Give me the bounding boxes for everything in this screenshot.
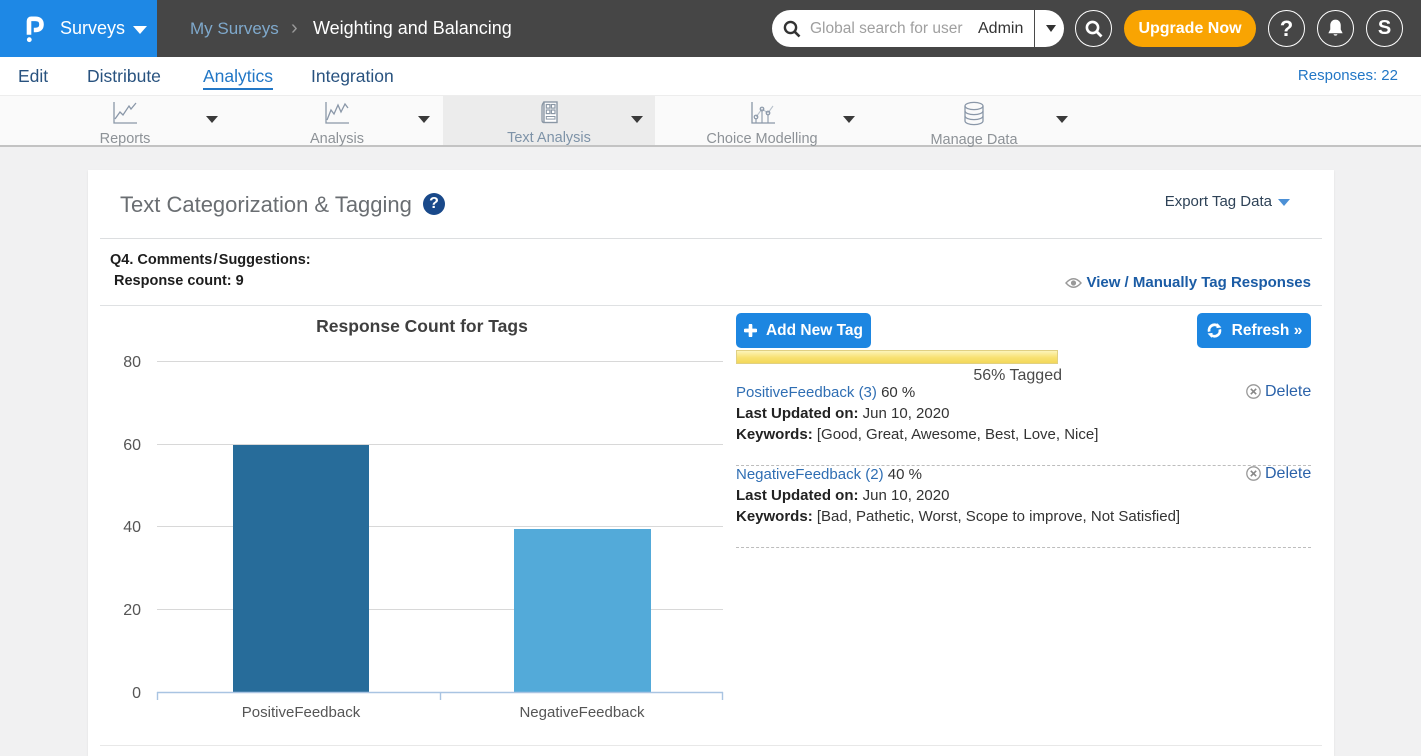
- svg-text:20: 20: [123, 602, 141, 619]
- svg-text:PositiveFeedback: PositiveFeedback: [242, 704, 361, 721]
- svg-text:40: 40: [123, 519, 141, 536]
- svg-text:0: 0: [132, 685, 141, 702]
- svg-text:60: 60: [123, 437, 141, 454]
- svg-text:80: 80: [123, 354, 141, 371]
- svg-text:Response Count for Tags: Response Count for Tags: [316, 316, 528, 336]
- svg-text:NegativeFeedback: NegativeFeedback: [519, 704, 645, 721]
